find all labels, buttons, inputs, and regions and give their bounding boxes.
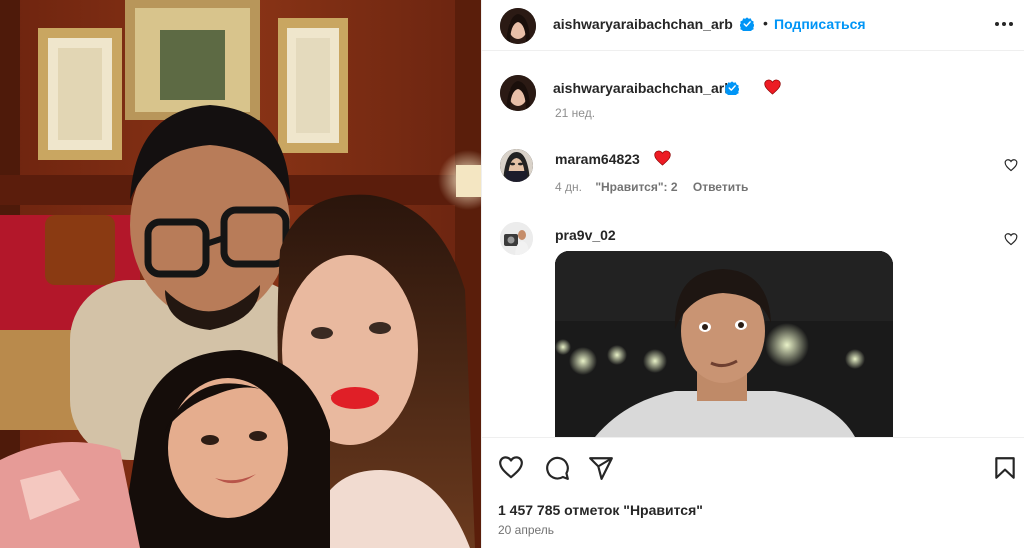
caption-username[interactable]: aishwaryaraibachchan_arb (553, 80, 733, 96)
verified-badge-icon (725, 81, 739, 95)
comment-meta: 4 дн. "Нравится": 2 Ответить (555, 180, 758, 194)
share-send-icon[interactable] (588, 455, 614, 481)
reply-button[interactable]: Ответить (693, 180, 748, 194)
save-bookmark-icon[interactable] (992, 455, 1018, 481)
comment-username[interactable]: pra9v_02 (555, 227, 616, 243)
verified-badge-icon (740, 17, 754, 31)
separator-dot: • (763, 15, 768, 31)
comment-like-count[interactable]: "Нравится": 2 (595, 180, 677, 194)
follow-button[interactable]: Подписаться (774, 16, 866, 32)
red-heart-emoji-icon (654, 150, 671, 166)
gif-image (555, 251, 893, 437)
post-like-count[interactable]: 1 457 785 отметок "Нравится" (498, 502, 703, 518)
author-avatar[interactable] (500, 8, 536, 44)
more-horizontal-icon[interactable] (992, 12, 1016, 36)
comment-username[interactable]: maram64823 (555, 151, 640, 167)
caption-timestamp[interactable]: 21 нед. (555, 106, 595, 120)
author-username[interactable]: aishwaryaraibachchan_arb (553, 16, 733, 32)
comment-like-heart-icon[interactable] (1004, 158, 1018, 172)
post-header: aishwaryaraibachchan_arb • Подписаться (482, 0, 1024, 51)
comment-avatar[interactable] (500, 149, 533, 182)
comment-gif[interactable] (555, 251, 893, 437)
comment-avatar[interactable] (500, 222, 533, 255)
like-heart-icon[interactable] (498, 455, 524, 481)
post-side-panel: aishwaryaraibachchan_arb • Подписаться a… (481, 0, 1024, 548)
family-selfie-image (0, 0, 481, 548)
comment-timestamp[interactable]: 4 дн. (555, 180, 582, 194)
red-heart-emoji-icon (764, 79, 781, 95)
post-photo[interactable] (0, 0, 481, 548)
comment-bubble-icon[interactable] (544, 455, 570, 481)
comment-like-heart-icon[interactable] (1004, 232, 1018, 246)
post-footer: 1 457 785 отметок "Нравится" 20 апрель (482, 437, 1024, 548)
caption-avatar[interactable] (500, 75, 536, 111)
post-date[interactable]: 20 апрель (498, 523, 554, 537)
